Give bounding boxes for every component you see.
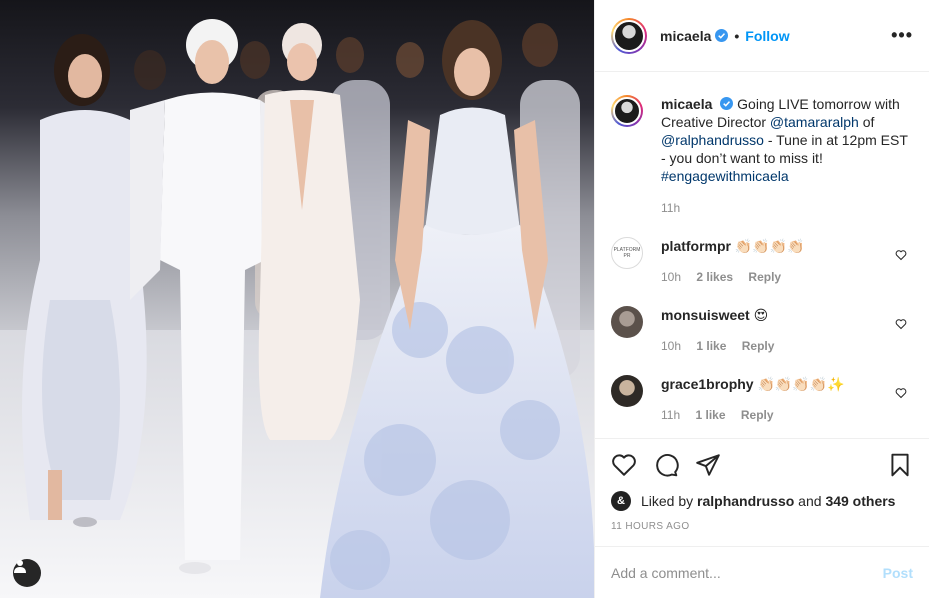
caption-time[interactable]: 11h — [661, 201, 680, 215]
author-username[interactable]: micaela — [660, 28, 711, 44]
runway-photo — [0, 19, 594, 598]
caption-text-2: of — [858, 114, 875, 130]
post-header: micaela • Follow ••• — [595, 0, 929, 72]
comment-like-heart-icon[interactable] — [895, 249, 907, 261]
comment-time[interactable]: 10h — [661, 339, 681, 353]
liker-avatar[interactable]: & — [611, 491, 631, 511]
comment-username[interactable]: platformpr — [661, 238, 731, 254]
user-tag-button[interactable] — [13, 559, 41, 587]
liker-username[interactable]: ralphandrusso — [697, 493, 794, 509]
comment-text: 😍 — [753, 307, 769, 323]
post-comment-button[interactable]: Post — [883, 565, 913, 581]
comment-text: 👏🏻👏🏻👏🏻👏🏻✨ — [757, 376, 845, 392]
comment-like-heart-icon[interactable] — [895, 387, 907, 399]
share-icon[interactable] — [695, 452, 721, 478]
comment-likes[interactable]: 1 like — [696, 339, 726, 353]
comment-icon[interactable] — [653, 452, 679, 478]
commenter-avatar[interactable] — [611, 375, 643, 407]
comment-text: 👏🏻👏🏻👏🏻👏🏻 — [734, 238, 805, 254]
likes-prefix: Liked by — [641, 493, 698, 509]
comment-time[interactable]: 10h — [661, 270, 681, 284]
post-timestamp[interactable]: 11 HOURS AGO — [611, 521, 913, 532]
post-actions: & Liked by ralphandrusso and 349 others … — [595, 438, 929, 546]
separator-dot: • — [734, 27, 740, 44]
likes-summary: & Liked by ralphandrusso and 349 others — [611, 491, 913, 511]
save-bookmark-icon[interactable] — [887, 452, 913, 478]
reply-button[interactable]: Reply — [748, 270, 781, 284]
commenter-avatar[interactable]: PLATFORM PR — [611, 237, 643, 269]
caption: micaela Going LIVE tomorrow with Creativ… — [611, 95, 913, 217]
comment-time[interactable]: 11h — [661, 408, 680, 422]
comment-username[interactable]: monsuisweet — [661, 307, 750, 323]
reply-button[interactable]: Reply — [741, 408, 774, 422]
commenter-avatar[interactable] — [611, 306, 643, 338]
hashtag-link[interactable]: #engagewithmicaela — [661, 168, 789, 184]
comment-username[interactable]: grace1brophy — [661, 376, 754, 392]
author-avatar[interactable] — [611, 17, 647, 54]
comment-likes[interactable]: 1 like — [695, 408, 725, 422]
likes-middle: and — [794, 493, 826, 509]
mention-tamararalph[interactable]: @tamararalph — [770, 114, 859, 130]
post-side-panel: micaela • Follow ••• micaela Going LIVE … — [594, 0, 929, 598]
comments-list[interactable]: micaela Going LIVE tomorrow with Creativ… — [595, 73, 929, 438]
caption-avatar[interactable] — [611, 95, 643, 127]
heart-icon[interactable] — [611, 452, 637, 478]
comment-like-heart-icon[interactable] — [895, 318, 907, 330]
reply-button[interactable]: Reply — [742, 339, 775, 353]
comment-likes[interactable]: 2 likes — [696, 270, 733, 284]
more-options-icon[interactable]: ••• — [891, 25, 913, 46]
mention-ralphandrusso[interactable]: @ralphandrusso — [661, 132, 764, 148]
caption-username[interactable]: micaela — [661, 96, 712, 112]
add-comment-bar: Post — [595, 546, 929, 598]
add-comment-input[interactable] — [611, 564, 883, 581]
comment-item: monsuisweet 😍 10h 1 like Reply — [611, 306, 913, 355]
likes-others-link[interactable]: 349 others — [825, 493, 895, 509]
verified-badge-icon — [715, 29, 729, 42]
follow-button[interactable]: Follow — [745, 28, 789, 44]
comment-item: PLATFORM PR platformpr 👏🏻👏🏻👏🏻👏🏻 10h 2 li… — [611, 237, 913, 286]
comment-item: grace1brophy 👏🏻👏🏻👏🏻👏🏻✨ 11h 1 like Reply — [611, 375, 913, 424]
user-icon — [14, 560, 26, 573]
verified-badge-icon — [720, 97, 734, 110]
post-image[interactable] — [0, 0, 594, 598]
